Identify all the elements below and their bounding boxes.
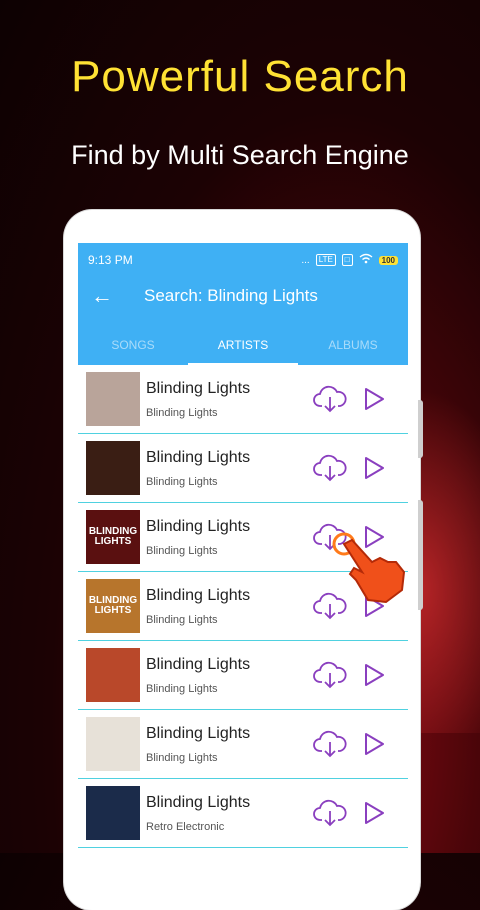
result-title: Blinding Lights xyxy=(146,655,251,673)
result-title: Blinding Lights xyxy=(146,448,251,466)
result-row[interactable]: Blinding Lights Blinding Lights xyxy=(78,641,408,710)
status-icons: ... LTE □ 100 xyxy=(301,253,398,267)
album-thumbnail: BLINDING LIGHTS xyxy=(86,579,140,633)
promo-headline: Powerful Search xyxy=(71,52,409,101)
album-thumbnail xyxy=(86,441,140,495)
download-cloud-icon[interactable] xyxy=(308,653,352,697)
lte-icon: LTE xyxy=(315,254,336,266)
play-icon[interactable] xyxy=(352,446,396,490)
page-title: Search: Blinding Lights xyxy=(144,286,318,305)
sim-icon: □ xyxy=(341,254,353,266)
result-row[interactable]: Blinding Lights Retro Electronic xyxy=(78,779,408,848)
result-subtitle: Blinding Lights xyxy=(146,751,218,764)
phone-side-button xyxy=(418,400,423,458)
tab-albums[interactable]: ALBUMS xyxy=(298,329,408,365)
result-row[interactable]: Blinding Lights Blinding Lights xyxy=(78,710,408,779)
app-bar: 9:13 PM ... LTE □ 100 ← Search: Blinding… xyxy=(78,243,408,365)
tab-artists[interactable]: ARTISTS xyxy=(188,329,298,365)
result-info: Blinding Lights Retro Electronic xyxy=(146,794,308,833)
result-subtitle: Retro Electronic xyxy=(146,820,225,833)
album-thumbnail: BLINDING LIGHTS xyxy=(86,510,140,564)
status-time: 9:13 PM xyxy=(88,253,133,267)
result-subtitle: Blinding Lights xyxy=(146,544,218,557)
download-cloud-icon[interactable] xyxy=(308,722,352,766)
result-subtitle: Blinding Lights xyxy=(146,475,218,488)
tab-bar: SONGS ARTISTS ALBUMS xyxy=(78,315,408,365)
download-cloud-icon[interactable] xyxy=(308,446,352,490)
phone-side-button xyxy=(418,500,423,610)
result-info: Blinding Lights Blinding Lights xyxy=(146,380,308,419)
download-cloud-icon[interactable] xyxy=(308,377,352,421)
result-row-content: Blinding Lights Blinding Lights xyxy=(78,441,408,495)
result-title: Blinding Lights xyxy=(146,586,251,604)
pointing-hand-icon xyxy=(332,532,406,604)
play-icon[interactable] xyxy=(352,377,396,421)
play-icon[interactable] xyxy=(352,791,396,835)
result-title: Blinding Lights xyxy=(146,517,251,535)
result-info: Blinding Lights Blinding Lights xyxy=(146,587,308,626)
back-arrow-icon[interactable]: ← xyxy=(78,283,126,309)
result-row-content: Blinding Lights Blinding Lights xyxy=(78,372,408,426)
battery-icon: 100 xyxy=(378,255,398,265)
result-row-content: Blinding Lights Blinding Lights xyxy=(78,648,408,702)
result-subtitle: Blinding Lights xyxy=(146,613,218,626)
result-subtitle: Blinding Lights xyxy=(146,406,218,419)
result-title: Blinding Lights xyxy=(146,724,251,742)
result-info: Blinding Lights Blinding Lights xyxy=(146,449,308,488)
wifi-icon xyxy=(359,253,373,267)
result-title: Blinding Lights xyxy=(146,379,251,397)
result-row[interactable]: Blinding Lights Blinding Lights xyxy=(78,434,408,503)
promo-subline: Find by Multi Search Engine xyxy=(71,140,409,170)
status-bar: 9:13 PM ... LTE □ 100 xyxy=(78,243,408,277)
result-info: Blinding Lights Blinding Lights xyxy=(146,725,308,764)
result-info: Blinding Lights Blinding Lights xyxy=(146,518,308,557)
result-info: Blinding Lights Blinding Lights xyxy=(146,656,308,695)
result-row-content: Blinding Lights Retro Electronic xyxy=(78,786,408,840)
download-cloud-icon[interactable] xyxy=(308,791,352,835)
result-subtitle: Blinding Lights xyxy=(146,682,218,695)
result-row[interactable]: Blinding Lights Blinding Lights xyxy=(78,365,408,434)
signal-dots: ... xyxy=(301,254,310,266)
album-thumbnail xyxy=(86,786,140,840)
tab-songs[interactable]: SONGS xyxy=(78,329,188,365)
album-thumbnail xyxy=(86,648,140,702)
toolbar: ← Search: Blinding Lights xyxy=(78,277,408,315)
result-row-content: Blinding Lights Blinding Lights xyxy=(78,717,408,771)
play-icon[interactable] xyxy=(352,653,396,697)
play-icon[interactable] xyxy=(352,722,396,766)
album-thumbnail xyxy=(86,372,140,426)
album-thumbnail xyxy=(86,717,140,771)
result-title: Blinding Lights xyxy=(146,793,251,811)
